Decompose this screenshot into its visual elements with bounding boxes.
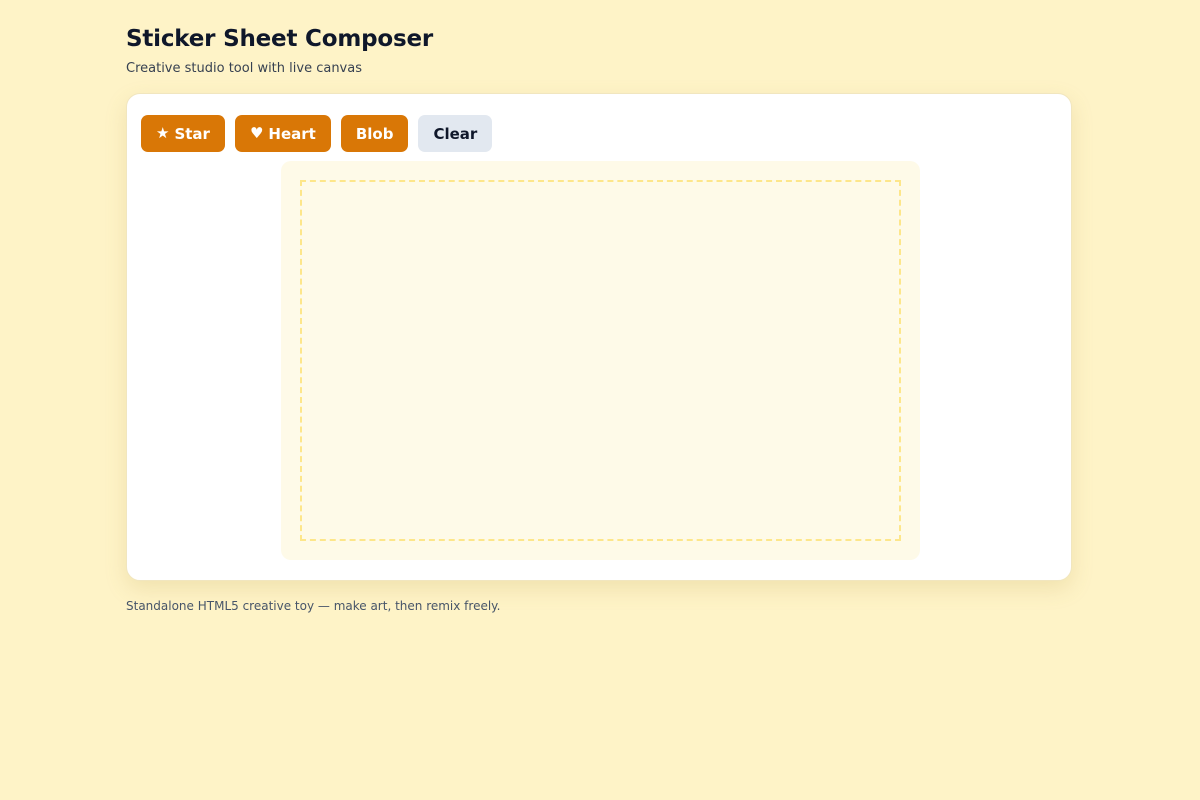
star-icon: ★ xyxy=(156,124,170,142)
add-blob-button[interactable]: Blob xyxy=(340,115,409,152)
add-heart-label: Heart xyxy=(268,124,316,143)
footer-note: Standalone HTML5 creative toy — make art… xyxy=(126,599,501,613)
sticker-canvas[interactable] xyxy=(300,180,901,541)
studio-card: ★ Star ♥ Heart Blob Clear xyxy=(126,93,1072,581)
header: Sticker Sheet Composer Creative studio t… xyxy=(126,24,1026,77)
page-subtitle: Creative studio tool with live canvas xyxy=(126,61,362,76)
add-star-button[interactable]: ★ Star xyxy=(141,115,225,152)
add-heart-button[interactable]: ♥ Heart xyxy=(234,115,331,152)
add-star-label: Star xyxy=(174,124,210,143)
page: Sticker Sheet Composer Creative studio t… xyxy=(0,0,1200,800)
clear-label: Clear xyxy=(433,124,478,143)
page-title: Sticker Sheet Composer xyxy=(126,26,433,52)
toolbar: ★ Star ♥ Heart Blob Clear xyxy=(141,115,493,152)
clear-button[interactable]: Clear xyxy=(418,115,493,152)
canvas-container xyxy=(281,161,920,560)
heart-icon: ♥ xyxy=(249,124,264,142)
add-blob-label: Blob xyxy=(355,124,394,143)
